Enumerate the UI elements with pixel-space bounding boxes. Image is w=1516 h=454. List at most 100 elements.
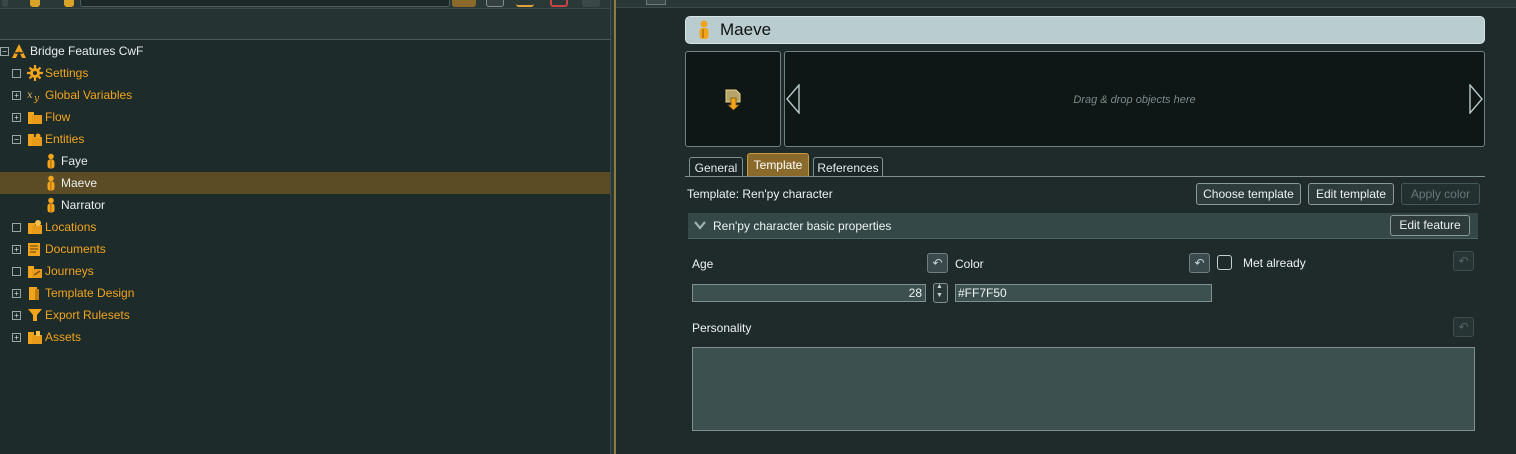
tree-item[interactable]: + Export Rulesets [0,304,610,326]
entity-title: Maeve [720,20,772,39]
collapse-arrow-icon[interactable] [2,0,8,7]
tree-item-label: Faye [61,154,88,168]
toolbar-folder-icon[interactable] [30,0,40,7]
project-explorer-pane: − Bridge Features CwF Settings + x y Global … [0,0,610,454]
locations-folder-icon [28,220,42,234]
met-already-checkbox[interactable] [1217,255,1232,270]
folder-icon [28,112,42,124]
tree-item[interactable]: − Entities [0,128,610,150]
tree-item[interactable]: Settings [0,62,610,84]
age-reset-icon[interactable]: ↶ [927,253,948,273]
tree-expander[interactable] [12,69,21,78]
character-icon [47,175,55,191]
chevron-down-icon[interactable] [694,221,706,230]
tree-expander[interactable]: + [12,289,21,298]
export-folder-icon [28,309,42,321]
tree-item[interactable]: Narrator [0,194,610,216]
age-stepper[interactable]: ▲ ▼ [933,283,948,303]
tree-item-label: Assets [45,330,82,344]
search-icon[interactable] [516,0,534,7]
explorer-toolbar [0,0,610,9]
tree-item[interactable]: + Assets [0,326,610,348]
tree-item-label: Maeve [61,176,98,190]
entity-preview-image[interactable] [685,51,781,147]
editor-toolbar [616,0,1516,8]
tree-item[interactable]: + x y Global Variables [0,84,610,106]
tree-expander[interactable] [12,223,21,232]
documents-folder-icon [28,243,40,256]
tree-item-label: Settings [45,66,89,80]
tree-item[interactable]: + Flow [0,106,610,128]
tree-item[interactable]: Locations [0,216,610,238]
entities-folder-icon [28,133,42,146]
age-input[interactable]: 28 [692,284,926,302]
tree-item-label: Locations [45,220,97,234]
tree-item[interactable]: Journeys [0,260,610,282]
apply-color-button[interactable]: Apply color [1401,183,1480,205]
project-icon [12,44,26,58]
choose-template-button[interactable]: Choose template [1196,183,1301,205]
tree-expander[interactable]: + [12,91,21,100]
svg-text:y: y [33,94,40,103]
tree-root-label: Bridge Features CwF [30,44,144,58]
personality-reset-icon[interactable]: ↶ [1453,317,1474,337]
met-already-label: Met already [1243,256,1306,270]
entity-editor-pane: Maeve Drag & drop objects here General T… [616,0,1516,454]
tab-divider [685,176,1485,177]
root-collapse-toggle[interactable]: − [0,47,9,56]
tree-expander[interactable]: + [12,333,21,342]
filter-input[interactable] [80,0,450,7]
personality-label: Personality [692,321,752,335]
tab-references[interactable]: References [813,157,883,177]
tree-item-label: Journeys [45,264,94,278]
tree-item-label: Narrator [61,198,106,212]
tree-item-label: Template Design [45,286,135,300]
template-folder-icon [29,287,39,300]
entity-title-bar[interactable]: Maeve [685,16,1485,44]
tree-item-label: Export Rulesets [45,308,130,322]
stepper-down-icon[interactable]: ▼ [936,292,943,299]
tree-root-item[interactable]: − Bridge Features CwF [0,40,610,62]
tree-expander[interactable]: − [12,135,21,144]
color-label: Color [955,257,984,271]
stepper-up-icon[interactable]: ▲ [936,283,943,290]
tree-item-label: Documents [45,242,106,256]
trash-icon[interactable] [582,0,600,7]
history-icon[interactable] [486,0,504,7]
character-icon [47,197,55,213]
color-reset-icon[interactable]: ↶ [1189,253,1210,273]
tree-expander[interactable]: + [12,113,21,122]
tab-general[interactable]: General [689,157,743,177]
character-icon [47,153,55,169]
toolbar-new-icon[interactable] [64,0,74,7]
drop-placeholder: Drag & drop objects here [1073,94,1196,106]
tree-item[interactable]: Faye [0,150,610,172]
tree-item-label: Entities [45,132,85,146]
scroll-right-icon[interactable] [1469,84,1483,114]
edit-feature-button[interactable]: Edit feature [1390,215,1470,236]
tree-expander[interactable]: + [12,311,21,320]
tree-item[interactable]: Maeve [0,172,610,194]
tree-item[interactable]: + Template Design [0,282,610,304]
journeys-folder-icon [28,266,42,278]
tree-expander[interactable] [12,267,21,276]
editor-tab-stub[interactable] [646,0,666,5]
filter-toggle-icon[interactable] [452,0,476,7]
feature-title: Ren'py character basic properties [713,219,892,233]
gear-icon [27,65,43,81]
svg-text:x: x [27,90,33,101]
delete-icon[interactable] [550,0,568,7]
attachments-drop-area[interactable]: Drag & drop objects here [784,51,1485,147]
feature-header[interactable]: Ren'py character basic properties Edit f… [688,213,1478,239]
character-icon [699,20,709,39]
tree-item[interactable]: + Documents [0,238,610,260]
drop-target-icon [725,89,741,111]
personality-textarea[interactable] [692,347,1475,431]
color-input[interactable]: #FF7F50 [955,284,1212,302]
tab-template[interactable]: Template [747,153,809,177]
tree-expander[interactable]: + [12,245,21,254]
tree-item-label: Flow [45,110,71,124]
explorer-header-band [0,9,610,40]
edit-template-button[interactable]: Edit template [1308,183,1394,205]
met-reset-icon[interactable]: ↶ [1453,251,1474,271]
